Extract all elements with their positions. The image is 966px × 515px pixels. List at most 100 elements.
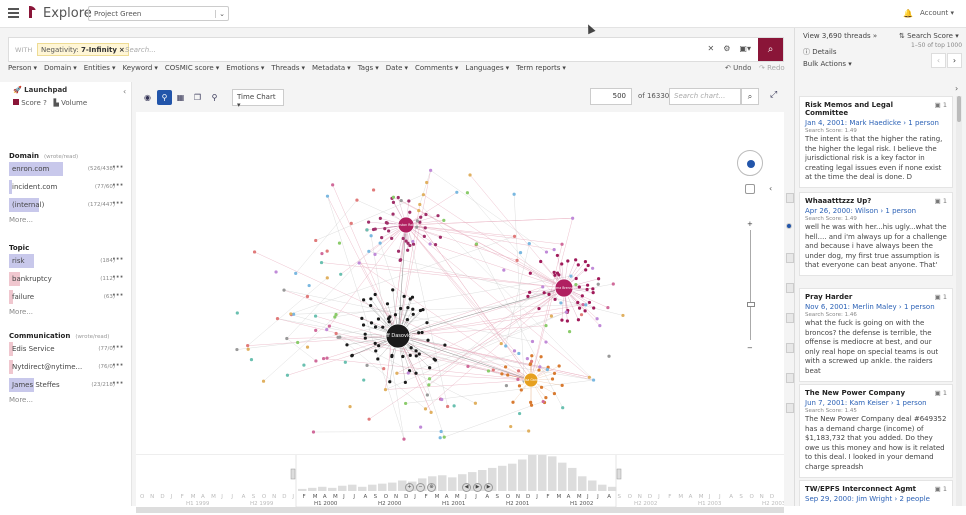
graph-node[interactable] [406, 306, 409, 309]
graph-node[interactable] [407, 371, 410, 374]
graph-node[interactable] [434, 243, 437, 246]
timeline-bar[interactable] [338, 486, 347, 491]
graph-node[interactable] [424, 407, 427, 410]
facet-row[interactable]: (internal) (172/447) ··· [9, 197, 127, 214]
zoom-view-icon[interactable]: ⚲ [207, 90, 222, 105]
side-tab[interactable] [786, 343, 794, 353]
graph-node[interactable] [538, 365, 541, 368]
timeline-bar[interactable] [548, 456, 557, 491]
graph-node[interactable] [369, 297, 372, 300]
graph-node[interactable] [367, 221, 370, 224]
graph-node[interactable] [253, 250, 256, 253]
facet-menu-date[interactable]: Date [386, 64, 403, 76]
graph-node[interactable] [373, 253, 376, 256]
graph-node[interactable] [250, 358, 253, 361]
graph-node[interactable] [530, 404, 533, 407]
graph-node[interactable] [505, 384, 508, 387]
thread-to[interactable]: 1 person [896, 399, 927, 407]
view-threads-link[interactable]: View 3,690 threads » [803, 32, 877, 40]
graph-node[interactable] [474, 402, 477, 405]
graph-node[interactable] [559, 301, 562, 304]
graph-node[interactable] [544, 324, 547, 327]
thread-title[interactable]: Pray Harder [805, 293, 947, 301]
score-volume-toggle[interactable]: Score ? ▙ Volume [13, 99, 87, 107]
timeline-bar[interactable] [578, 476, 587, 491]
graph-node[interactable] [367, 250, 370, 253]
graph-node[interactable] [546, 368, 549, 371]
graph-node[interactable] [426, 393, 429, 396]
graph-node[interactable] [397, 196, 400, 199]
more-link[interactable]: More... [9, 308, 127, 316]
zoom-out-icon[interactable]: − [747, 344, 753, 352]
timeline[interactable]: ONDJFMAMJJASONDJFMAMJJASONDJFMAMJJASONDJ… [136, 454, 784, 506]
graph-node[interactable] [395, 372, 398, 375]
graph-node[interactable] [407, 199, 410, 202]
graph-node[interactable] [401, 355, 404, 358]
graph-node[interactable] [391, 213, 394, 216]
graph-node[interactable] [500, 372, 503, 375]
zoom-slider-knob[interactable] [747, 302, 755, 307]
graph-node[interactable] [455, 191, 458, 194]
graph-node[interactable] [468, 173, 471, 176]
graph-node[interactable] [399, 307, 402, 310]
graph-node[interactable] [528, 291, 531, 294]
thread-title[interactable]: TW/EPFS Interconnect Agmt [805, 485, 947, 493]
graph-node[interactable] [276, 317, 279, 320]
graph-node[interactable] [434, 359, 437, 362]
facet-row[interactable]: incident.com (77/60) ··· [9, 179, 127, 196]
timeline-bar[interactable] [308, 488, 317, 491]
graph-node[interactable] [420, 331, 423, 334]
graph-node[interactable] [362, 323, 365, 326]
chart-search-input[interactable]: Search chart... [669, 88, 741, 105]
graph-node[interactable] [537, 307, 540, 310]
thread-from[interactable]: Kam Keiser [849, 399, 888, 407]
graph-node[interactable] [419, 309, 422, 312]
timeline-bar[interactable] [298, 489, 307, 491]
facet-row[interactable]: enron.com (526/438) ··· [9, 161, 127, 178]
graph-node[interactable] [427, 383, 430, 386]
graph-node[interactable] [428, 377, 431, 380]
graph-node[interactable] [379, 217, 382, 220]
graph-node[interactable] [374, 293, 377, 296]
graph-node[interactable] [597, 283, 600, 286]
graph-node[interactable] [236, 311, 239, 314]
graph-node[interactable] [409, 297, 412, 300]
graph-node[interactable] [606, 306, 609, 309]
graph-node[interactable] [419, 426, 422, 429]
bulk-actions-menu[interactable]: Bulk Actions ▾ [803, 60, 852, 68]
graph-node[interactable] [526, 295, 529, 298]
timeline-bar[interactable] [318, 487, 327, 491]
thread-from[interactable]: Wilson [855, 207, 878, 215]
more-link[interactable]: More... [9, 216, 127, 224]
graph-node[interactable] [306, 346, 309, 349]
thread-title[interactable]: Risk Memos and Legal Committee [805, 101, 947, 117]
cluster-view-icon[interactable]: ◉ [140, 90, 155, 105]
facet-menu-comments[interactable]: Comments [415, 64, 453, 76]
save-icon[interactable]: ▣▾ [739, 44, 751, 53]
graph-node[interactable] [314, 329, 317, 332]
graph-node[interactable] [581, 294, 584, 297]
timeline-bar[interactable] [328, 488, 337, 491]
graph-node[interactable] [553, 372, 556, 375]
graph-node[interactable] [576, 301, 579, 304]
graph-node[interactable] [566, 259, 569, 262]
graph-node[interactable] [286, 374, 289, 377]
graph-node[interactable] [402, 237, 405, 240]
graph-node[interactable] [384, 388, 387, 391]
graph-node[interactable] [466, 191, 469, 194]
prev-page-button[interactable]: ‹ [931, 53, 946, 68]
more-icon[interactable]: ··· [112, 378, 123, 389]
graph-node[interactable] [541, 285, 544, 288]
graph-node[interactable] [339, 273, 342, 276]
graph-node[interactable] [568, 330, 571, 333]
help-icon[interactable]: ? [43, 99, 47, 107]
graph-node[interactable] [517, 352, 520, 355]
graph-node[interactable] [537, 368, 540, 371]
graph-node[interactable] [560, 243, 563, 246]
graph-node[interactable] [364, 333, 367, 336]
graph-node[interactable] [374, 349, 377, 352]
graph-node[interactable] [588, 301, 591, 304]
graph-node[interactable] [586, 284, 589, 287]
thread-to[interactable]: 2 people [900, 495, 930, 503]
graph-node[interactable] [587, 264, 590, 267]
